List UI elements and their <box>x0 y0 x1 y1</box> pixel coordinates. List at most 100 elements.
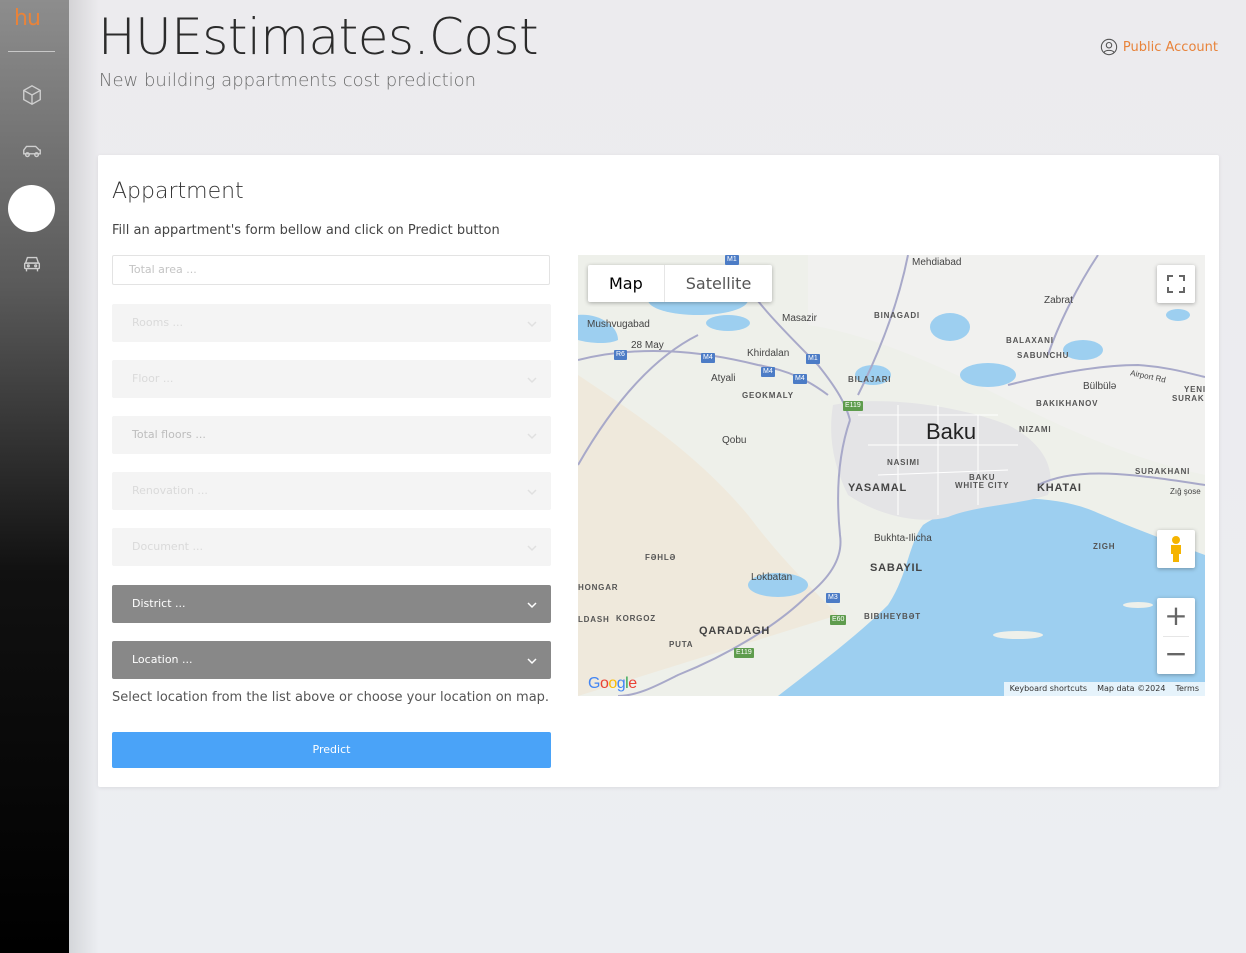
renovation-select-label: Renovation ... <box>132 484 208 497</box>
map-label: ZIGH <box>1093 542 1116 551</box>
map-label: KHATAI <box>1037 482 1082 494</box>
district-select-label: District ... <box>132 597 186 610</box>
map-label: PUTA <box>669 640 694 649</box>
map-label: Qobu <box>722 435 747 446</box>
rooms-select-label: Rooms ... <box>132 316 184 329</box>
map-label: Bukhta-Ilicha <box>874 533 932 544</box>
zoom-control[interactable]: + − <box>1157 598 1195 674</box>
map-view[interactable]: Map Satellite + − Mehdiabad Zabrat Mushv… <box>578 255 1205 696</box>
map-label: Zığ şose <box>1170 487 1201 496</box>
map-type-toggle[interactable]: Map Satellite <box>588 265 773 302</box>
sidebar: hu <box>0 0 69 953</box>
map-label: NIZAMI <box>1019 425 1052 434</box>
chevron-down-icon <box>527 377 537 384</box>
chevron-down-icon <box>527 602 537 609</box>
map-label: SABAYIL <box>870 562 923 574</box>
chevron-down-icon <box>527 489 537 496</box>
map-label: Atyali <box>711 373 736 384</box>
map-label: BINAGADI <box>874 311 920 320</box>
district-select[interactable]: District ... <box>112 585 551 623</box>
map-label: Mushvugabad <box>587 319 650 330</box>
renovation-select[interactable]: Renovation ... <box>112 472 551 510</box>
map-label: QARADAGH <box>699 625 771 637</box>
map-label: GEOKMALY <box>742 391 794 400</box>
fullscreen-button[interactable] <box>1157 265 1195 303</box>
user-icon <box>1100 38 1118 56</box>
map-label: KORGOZ <box>616 614 656 623</box>
road-shield: E119 <box>843 401 863 411</box>
road-shield: E119 <box>734 648 754 658</box>
map-label: YENI <box>1184 385 1205 394</box>
road-shield: E60 <box>830 615 847 625</box>
logo-divider <box>8 51 55 52</box>
card-description: Fill an appartment's form bellow and cli… <box>112 223 500 238</box>
map-label: FƏHLƏ <box>645 553 677 562</box>
road-shield: M1 <box>806 354 820 364</box>
zoom-out-button[interactable]: − <box>1157 636 1195 674</box>
road-shield: R6 <box>614 350 627 360</box>
map-label: YASAMAL <box>848 482 907 494</box>
chevron-down-icon <box>527 321 537 328</box>
map-label: SURAKHAN <box>1172 394 1205 403</box>
map-tab[interactable]: Map <box>588 265 665 302</box>
google-logo: Google <box>588 675 637 692</box>
public-account-link[interactable]: Public Account <box>1100 38 1218 56</box>
chevron-down-icon <box>527 433 537 440</box>
map-label: Mehdiabad <box>912 257 962 268</box>
location-select-label: Location ... <box>132 653 193 666</box>
map-label: NASIMI <box>887 458 920 467</box>
total-area-input[interactable]: Total area ... <box>112 255 550 285</box>
total-floors-select-label: Total floors ... <box>132 428 206 441</box>
map-label: 28 May <box>631 340 664 351</box>
app-subtitle: New building appartments cost prediction <box>99 70 477 91</box>
nav-item-active[interactable] <box>8 185 55 232</box>
floor-select[interactable]: Floor ... <box>112 360 551 398</box>
document-select[interactable]: Document ... <box>112 528 551 566</box>
map-canvas[interactable] <box>578 255 1205 696</box>
map-label: HONGAR <box>578 583 619 592</box>
zoom-in-button[interactable]: + <box>1157 598 1195 636</box>
map-label: BALAXANI <box>1006 336 1054 345</box>
rooms-select[interactable]: Rooms ... <box>112 304 551 342</box>
road-shield: M1 <box>725 255 739 265</box>
map-label: LDASH <box>578 615 610 624</box>
road-shield: M3 <box>826 593 840 603</box>
app-logo[interactable]: hu <box>14 6 41 31</box>
map-label: BILAJARI <box>848 375 892 384</box>
zoom-separator <box>1163 636 1189 637</box>
keyboard-shortcuts-link[interactable]: Keyboard shortcuts <box>1010 682 1087 696</box>
map-label: SURAKHANI <box>1135 467 1191 476</box>
location-hint: Select location from the list above or c… <box>112 690 550 705</box>
map-label: Zabrat <box>1044 295 1073 306</box>
app-title: HUEstimates.Cost <box>98 8 539 66</box>
map-label: BIBIHEYBƏT <box>864 612 921 621</box>
pegman-icon <box>1171 536 1181 562</box>
map-footer: Keyboard shortcuts Map data ©2024 Terms <box>1003 682 1205 696</box>
map-data-label: Map data ©2024 <box>1097 684 1166 693</box>
map-label: Khirdalan <box>747 348 790 359</box>
map-label: SABUNCHU <box>1017 351 1070 360</box>
terms-link[interactable]: Terms <box>1175 682 1199 696</box>
road-shield: M4 <box>761 367 775 377</box>
chevron-down-icon <box>527 545 537 552</box>
sidebar-shadow <box>69 0 99 953</box>
car-icon[interactable] <box>21 140 43 162</box>
cube-icon[interactable] <box>21 84 43 106</box>
account-label: Public Account <box>1122 39 1218 55</box>
map-label: Masazir <box>782 313 818 324</box>
map-label: Bülbülə <box>1083 381 1117 392</box>
location-select[interactable]: Location ... <box>112 641 551 679</box>
predict-button[interactable]: Predict <box>112 732 551 768</box>
fullscreen-icon <box>1167 275 1185 293</box>
car-front-icon[interactable] <box>21 253 43 275</box>
total-floors-select[interactable]: Total floors ... <box>112 416 551 454</box>
street-view-button[interactable] <box>1157 530 1195 568</box>
road-shield: M4 <box>701 353 715 363</box>
map-label: Baku <box>926 419 977 444</box>
map-label: WHITE CITY <box>955 481 1010 490</box>
appartment-card: Appartment Fill an appartment's form bel… <box>98 155 1219 787</box>
map-label: Lokbatan <box>751 572 793 583</box>
card-title: Appartment <box>112 179 244 204</box>
floor-select-label: Floor ... <box>132 372 174 385</box>
satellite-tab[interactable]: Satellite <box>665 265 773 302</box>
